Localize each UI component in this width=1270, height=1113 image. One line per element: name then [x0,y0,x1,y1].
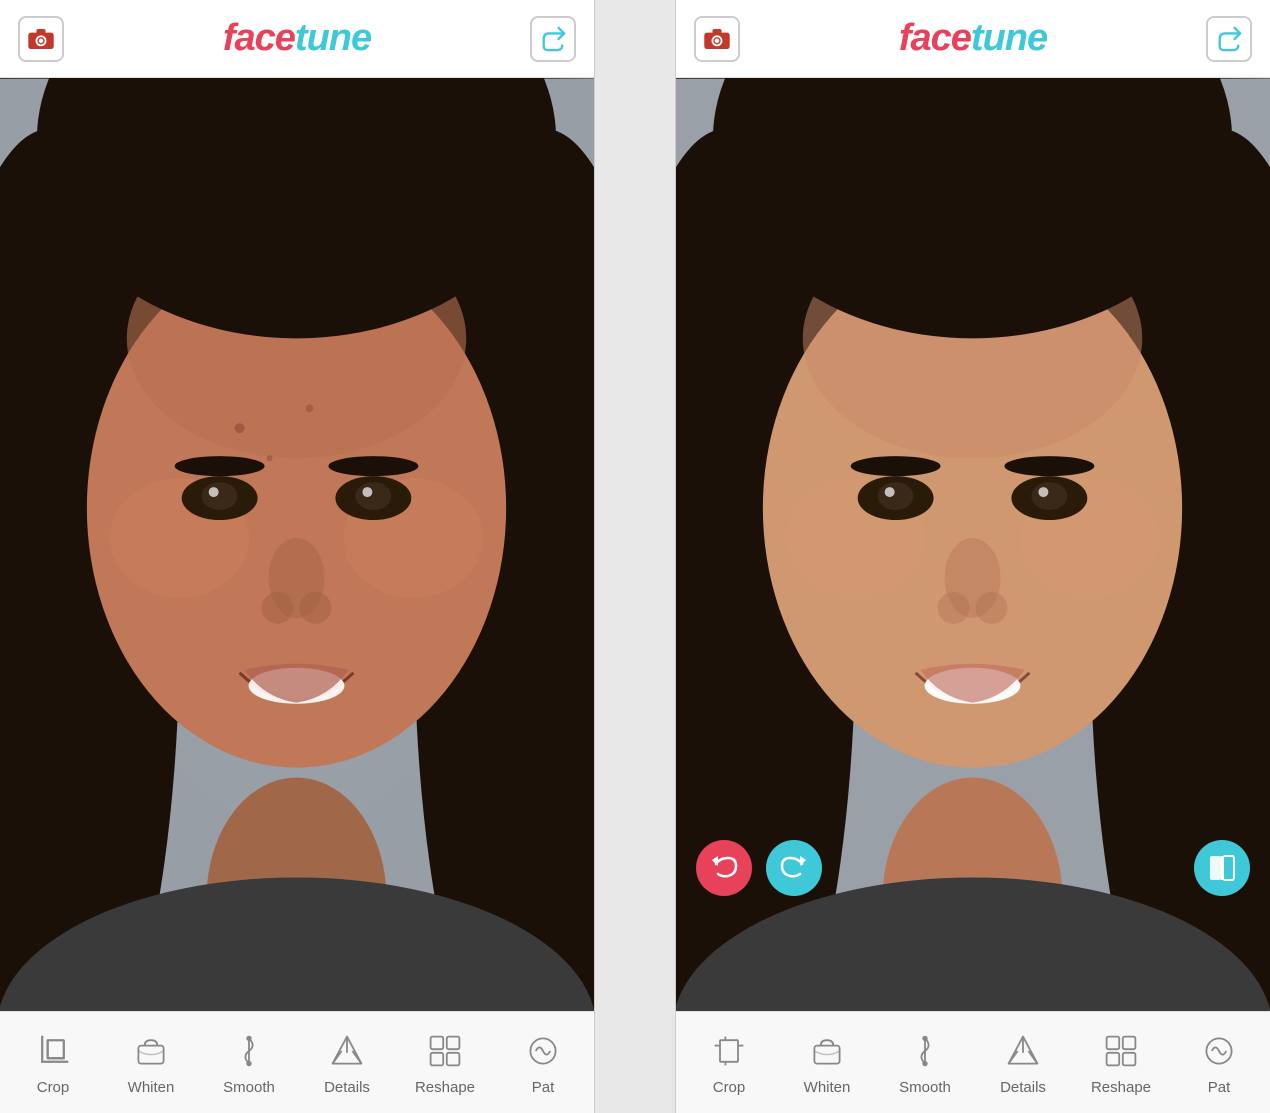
reshape-icon-before [423,1029,467,1073]
toolbar-before: Crop Whiten Smooth [0,1011,594,1113]
header-before: facetune [0,0,594,78]
toolbar-item-details-before[interactable]: Details [298,1018,396,1108]
redo-button[interactable] [766,840,822,896]
share-button-before[interactable] [530,16,576,62]
toolbar-item-patch-before[interactable]: Pat [494,1018,592,1108]
smooth-label-after: Smooth [899,1079,951,1096]
toolbar-after: Crop Whiten Smooth [676,1011,1270,1113]
patch-label-before: Pat [532,1079,555,1096]
camera-button-after[interactable] [694,16,740,62]
patch-label-after: Pat [1208,1079,1231,1096]
toolbar-item-whiten-after[interactable]: Whiten [778,1018,876,1108]
before-panel: facetune [0,0,595,1113]
crop-label-before: Crop [37,1079,70,1096]
smooth-icon-after [903,1029,947,1073]
header-after: facetune [676,0,1270,78]
toolbar-item-crop-before[interactable]: Crop [4,1018,102,1108]
toolbar-item-reshape-before[interactable]: Reshape [396,1018,494,1108]
details-icon-after [1001,1029,1045,1073]
share-icon-before [540,26,566,52]
share-button-after[interactable] [1206,16,1252,62]
whiten-label-before: Whiten [128,1079,175,1096]
undo-button[interactable] [696,840,752,896]
logo-before: facetune [223,17,371,60]
patch-icon-before [521,1029,565,1073]
toolbar-item-reshape-after[interactable]: Reshape [1072,1018,1170,1108]
reshape-label-before: Reshape [415,1079,475,1096]
whiten-label-after: Whiten [804,1079,851,1096]
toolbar-item-patch-after[interactable]: Pat [1170,1018,1268,1108]
fab-left-group [696,840,822,896]
camera-button-before[interactable] [18,16,64,62]
smooth-icon-before [227,1029,271,1073]
camera-icon-after [704,29,730,49]
toolbar-item-smooth-before[interactable]: Smooth [200,1018,298,1108]
compare-icon [1208,854,1236,882]
patch-icon-after [1197,1029,1241,1073]
details-icon-before [325,1029,369,1073]
toolbar-item-crop-after[interactable]: Crop [680,1018,778,1108]
camera-icon [28,29,54,49]
whiten-icon-before [129,1029,173,1073]
redo-icon [780,854,808,882]
undo-icon [710,854,738,882]
toolbar-item-details-after[interactable]: Details [974,1018,1072,1108]
fab-row [676,840,1270,896]
crop-icon-after [707,1029,751,1073]
whiten-icon-after [805,1029,849,1073]
crop-label-after: Crop [713,1079,746,1096]
toolbar-item-whiten-before[interactable]: Whiten [102,1018,200,1108]
gap-divider [595,0,675,1113]
after-panel: facetune [675,0,1270,1113]
face-svg-before [0,78,594,1011]
share-icon-after [1216,26,1242,52]
smooth-label-before: Smooth [223,1079,275,1096]
details-label-after: Details [1000,1079,1046,1096]
logo-after: facetune [899,17,1047,60]
reshape-icon-after [1099,1029,1143,1073]
photo-after [676,78,1270,1011]
compare-button[interactable] [1194,840,1250,896]
photo-before [0,78,594,1011]
crop-icon-before [31,1029,75,1073]
reshape-label-after: Reshape [1091,1079,1151,1096]
toolbar-item-smooth-after[interactable]: Smooth [876,1018,974,1108]
details-label-before: Details [324,1079,370,1096]
